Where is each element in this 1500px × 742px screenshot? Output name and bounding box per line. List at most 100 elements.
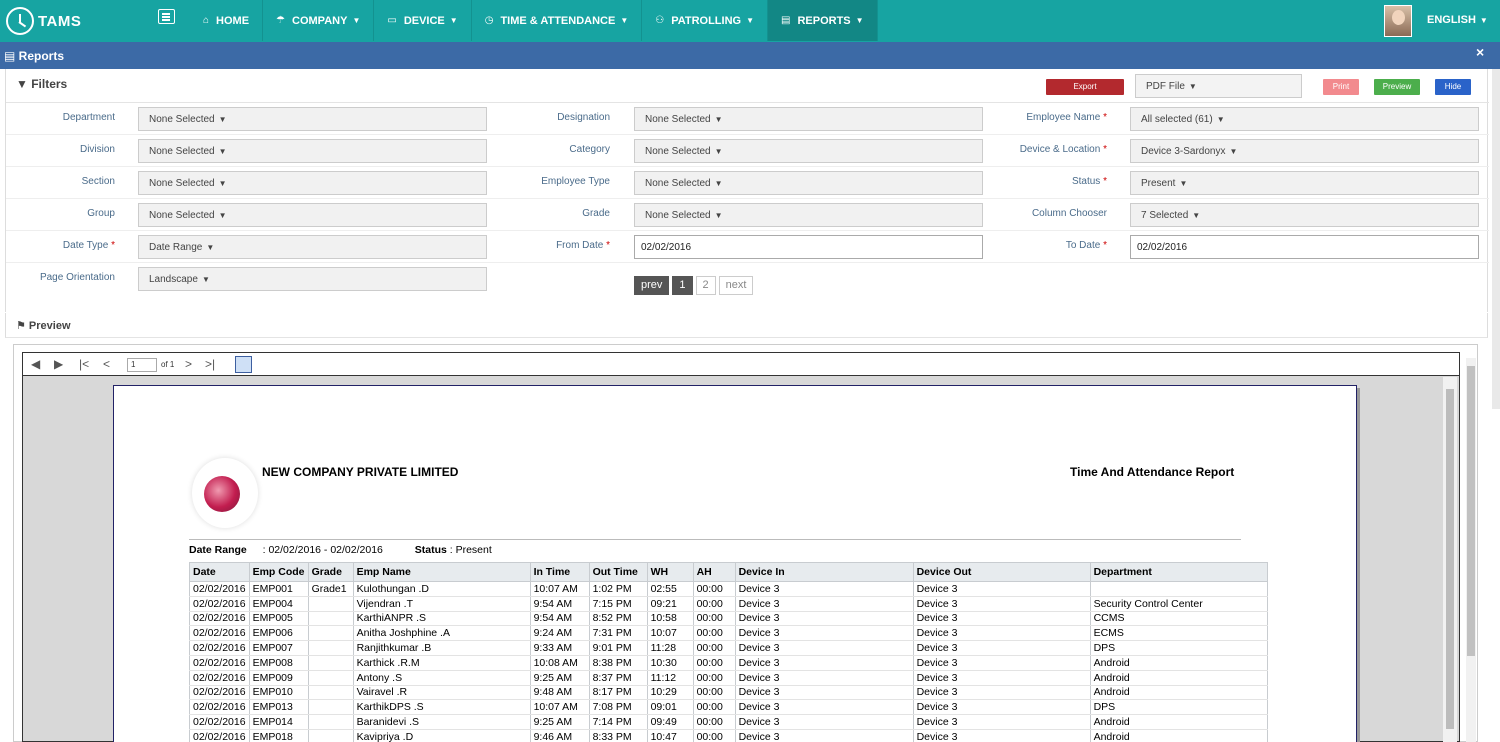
status-value: Present xyxy=(1141,178,1176,189)
divider xyxy=(189,539,1241,540)
right-edge-strip xyxy=(1492,69,1500,409)
table-cell: Device 3 xyxy=(913,685,1091,701)
status-select[interactable]: Present ▼ xyxy=(1130,171,1479,195)
category-select[interactable]: None Selected ▼ xyxy=(634,139,983,163)
outer-scrollbar[interactable] xyxy=(1466,358,1476,742)
outer-scrollbar-thumb[interactable] xyxy=(1467,366,1475,656)
print-button[interactable]: Print xyxy=(1323,79,1359,95)
nav-item-home[interactable]: ⌂ HOME xyxy=(190,0,264,41)
section-select[interactable]: None Selected ▼ xyxy=(138,171,487,195)
nav-item-device[interactable]: ▭ DEVICE ▼ xyxy=(374,0,472,41)
export-report-icon[interactable] xyxy=(235,356,252,373)
chevron-down-icon: ▼ xyxy=(1216,115,1225,124)
table-cell: 10:07 xyxy=(647,625,694,642)
previous-page-icon[interactable]: < xyxy=(103,357,110,371)
table-cell: 02/02/2016 xyxy=(189,714,250,730)
table-cell xyxy=(308,699,354,716)
chevron-down-icon: ▼ xyxy=(218,179,227,188)
close-icon[interactable]: × xyxy=(1476,44,1484,60)
pager-page-1[interactable]: 1 xyxy=(672,276,693,295)
column-header: AH xyxy=(692,562,736,582)
employee-type-value: None Selected xyxy=(645,178,711,189)
table-cell: 10:58 xyxy=(647,611,694,627)
file-format-select[interactable]: PDF File ▼ xyxy=(1135,74,1302,98)
table-cell: EMP014 xyxy=(249,714,309,730)
flag-icon: ⚑ xyxy=(16,320,29,332)
pager-prev-button[interactable]: prev xyxy=(634,276,670,295)
table-cell: 00:00 xyxy=(693,714,736,730)
to-date-input[interactable]: 02/02/2016 xyxy=(1130,235,1479,259)
from-date-input[interactable]: 02/02/2016 xyxy=(634,235,983,259)
viewer-scrollbar[interactable] xyxy=(1443,377,1457,742)
required-marker: * xyxy=(606,240,610,251)
department-value: None Selected xyxy=(149,114,215,125)
column-header: Out Time xyxy=(588,562,648,582)
required-marker: * xyxy=(1103,240,1107,251)
table-cell xyxy=(308,655,354,671)
last-page-icon[interactable]: >| xyxy=(205,357,215,371)
top-navbar: TAMS ⌂ HOME ☂ COMPANY ▼ ▭ DEVICE ▼ ◷ TIME & ATTEN… xyxy=(0,0,1500,42)
table-cell: 9:48 AM xyxy=(530,685,590,701)
first-page-icon[interactable]: |< xyxy=(79,357,89,371)
clock-icon: ◷ xyxy=(484,15,494,26)
table-cell: 00:00 xyxy=(693,685,736,701)
table-cell: 7:14 PM xyxy=(589,714,648,730)
column-chooser-select[interactable]: 7 Selected ▼ xyxy=(1130,203,1479,227)
table-cell: 9:54 AM xyxy=(530,611,590,627)
date-type-value: Date Range xyxy=(149,242,203,253)
column-header: WH xyxy=(646,562,694,582)
table-cell: Device 3 xyxy=(735,611,914,627)
table-cell: CCMS xyxy=(1090,611,1268,627)
from-date-label-text: From Date xyxy=(556,240,604,251)
table-cell: Android xyxy=(1090,714,1268,730)
page-number-input[interactable]: 1 xyxy=(127,358,157,372)
chevron-down-icon: ▼ xyxy=(1229,147,1238,156)
chevron-down-icon: ▼ xyxy=(746,16,755,25)
nav-item-patrolling[interactable]: ⚇ PATROLLING ▼ xyxy=(642,0,769,41)
nav-item-company[interactable]: ☂ COMPANY ▼ xyxy=(263,0,375,41)
table-cell: 02/02/2016 xyxy=(189,670,250,686)
table-cell: 02:55 xyxy=(647,581,694,597)
panel-title-text: Reports xyxy=(18,49,65,63)
next-page-icon[interactable]: > xyxy=(185,357,192,371)
viewer-scrollbar-thumb[interactable] xyxy=(1446,389,1454,729)
grade-select[interactable]: None Selected ▼ xyxy=(634,203,983,227)
forward-icon[interactable]: ▶ xyxy=(54,357,63,371)
pager-next-button[interactable]: next xyxy=(718,276,754,295)
page-count: of 1 xyxy=(161,360,175,369)
date-type-select[interactable]: Date Range ▼ xyxy=(138,235,487,259)
designation-select[interactable]: None Selected ▼ xyxy=(634,107,983,131)
brand-logo[interactable]: TAMS xyxy=(6,6,81,36)
page-orientation-select[interactable]: Landscape ▼ xyxy=(138,267,487,291)
nav-item-time-attendance[interactable]: ◷ TIME & ATTENDANCE ▼ xyxy=(472,0,643,41)
table-cell: Device 3 xyxy=(913,611,1091,627)
pager-page-2[interactable]: 2 xyxy=(695,276,716,295)
department-select[interactable]: None Selected ▼ xyxy=(138,107,487,131)
chevron-down-icon: ▼ xyxy=(1188,82,1197,91)
table-cell: Device 3 xyxy=(913,729,1091,742)
division-select[interactable]: None Selected ▼ xyxy=(138,139,487,163)
employee-name-select[interactable]: All selected (61) ▼ xyxy=(1130,107,1479,131)
table-row: 02/02/2016 EMP013 KarthikDPS .S 10:07 AM 7:0… xyxy=(189,699,1268,716)
language-selector[interactable]: ENGLISH ▼ xyxy=(1427,14,1488,26)
export-button[interactable]: Export xyxy=(1046,79,1124,95)
preview-button[interactable]: Preview xyxy=(1374,79,1420,95)
table-cell: Device 3 xyxy=(735,685,914,701)
employee-type-select[interactable]: None Selected ▼ xyxy=(634,171,983,195)
chevron-down-icon: ▼ xyxy=(620,16,629,25)
menu-toggle-icon[interactable] xyxy=(158,9,175,24)
hide-button[interactable]: Hide xyxy=(1435,79,1471,95)
group-select[interactable]: None Selected ▼ xyxy=(138,203,487,227)
table-cell xyxy=(308,625,354,642)
user-avatar[interactable] xyxy=(1384,5,1412,37)
back-icon[interactable]: ◀ xyxy=(31,357,40,371)
main-nav: ⌂ HOME ☂ COMPANY ▼ ▭ DEVICE ▼ ◷ TIME & ATTENDANCE… xyxy=(190,0,878,41)
nav-item-reports[interactable]: ▤ REPORTS ▼ xyxy=(768,0,878,41)
table-cell: Device 3 xyxy=(735,640,914,656)
required-marker: * xyxy=(1103,112,1107,123)
device-location-select[interactable]: Device 3-Sardonyx ▼ xyxy=(1130,139,1479,163)
filter-icon: ▼ xyxy=(16,77,32,91)
table-cell: Ranjithkumar .B xyxy=(353,640,531,656)
column-header: Date xyxy=(189,562,250,582)
section-label: Section xyxy=(81,176,115,187)
